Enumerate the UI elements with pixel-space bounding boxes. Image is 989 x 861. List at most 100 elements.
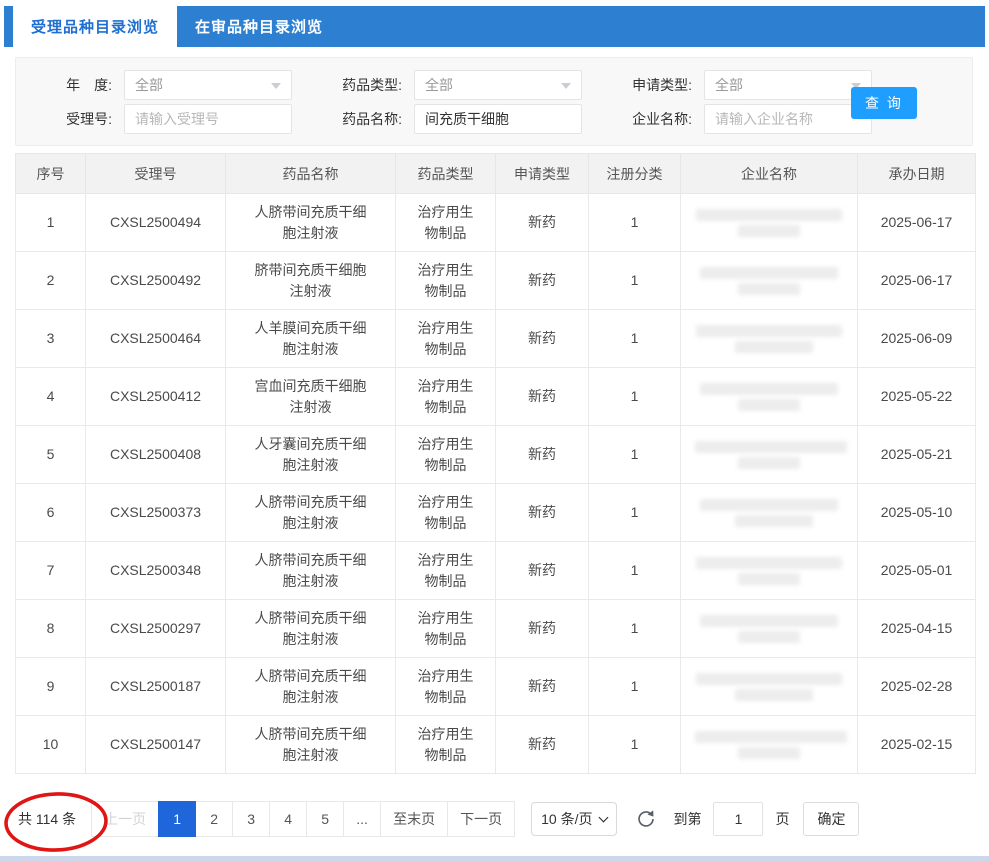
cell-acceptance_no: CXSL2500464: [86, 310, 226, 368]
cell-reg_class: 1: [589, 426, 681, 484]
pager-page-3-button[interactable]: 3: [232, 801, 270, 837]
apply-type-select[interactable]: 全部: [704, 70, 872, 100]
column-header-reg_class: 注册分类: [589, 154, 681, 194]
redacted-company-name: [695, 731, 847, 743]
cell-drug_name: 人脐带间充质干细胞注射液: [226, 194, 396, 252]
chevron-down-icon: [599, 813, 609, 823]
table-row: 4CXSL2500412宫血间充质干细胞注射液治疗用生物制品新药12025-05…: [16, 368, 976, 426]
tab-under-review-catalog[interactable]: 在审品种目录浏览: [177, 6, 341, 47]
cell-acceptance_no: CXSL2500408: [86, 426, 226, 484]
cell-date: 2025-02-15: [858, 716, 976, 774]
cell-acceptance_no: CXSL2500187: [86, 658, 226, 716]
bottom-divider: [0, 856, 989, 861]
column-header-no: 序号: [16, 154, 86, 194]
company-name-label: 企业名称:: [606, 109, 692, 129]
cell-drug_name: 人牙囊间充质干细胞注射液: [226, 426, 396, 484]
drug-type-selected-value: 全部: [425, 75, 453, 95]
redacted-company-name: [700, 383, 838, 395]
cell-acceptance_no: CXSL2500373: [86, 484, 226, 542]
table-row: 7CXSL2500348人脐带间充质干细胞注射液治疗用生物制品新药12025-0…: [16, 542, 976, 600]
cell-acceptance_no: CXSL2500147: [86, 716, 226, 774]
table-header-row: 序号受理号药品名称药品类型申请类型注册分类企业名称承办日期: [16, 154, 976, 194]
goto-page-input[interactable]: [713, 802, 763, 836]
filter-field-company-name: 企业名称:: [606, 104, 872, 134]
cell-reg_class: 1: [589, 658, 681, 716]
cell-reg_class: 1: [589, 484, 681, 542]
pager-next-button[interactable]: 下一页: [447, 801, 515, 837]
drug-name-input[interactable]: [414, 104, 582, 134]
cell-acceptance_no: CXSL2500348: [86, 542, 226, 600]
pager-page-1-button[interactable]: 1: [158, 801, 196, 837]
cell-no: 6: [16, 484, 86, 542]
cell-drug_type: 治疗用生物制品: [396, 252, 496, 310]
company-name-input[interactable]: [704, 104, 872, 134]
redacted-company-name: [696, 557, 842, 569]
column-header-apply_type: 申请类型: [496, 154, 589, 194]
page-size-value: 10 条/页: [541, 809, 592, 829]
cell-drug_type: 治疗用生物制品: [396, 542, 496, 600]
column-header-drug_type: 药品类型: [396, 154, 496, 194]
cell-drug_type: 治疗用生物制品: [396, 310, 496, 368]
redacted-company-name: [695, 441, 847, 453]
cell-company: [681, 716, 858, 774]
pager-last-button[interactable]: 至末页: [380, 801, 448, 837]
redacted-company-name: [735, 689, 813, 701]
cell-apply_type: 新药: [496, 426, 589, 484]
goto-page-label: 到第: [673, 809, 701, 829]
column-header-date: 承办日期: [858, 154, 976, 194]
cell-drug_name: 人脐带间充质干细胞注射液: [226, 484, 396, 542]
column-header-drug_name: 药品名称: [226, 154, 396, 194]
redacted-company-name: [700, 499, 838, 511]
cell-drug_name: 人羊膜间充质干细胞注射液: [226, 310, 396, 368]
cell-no: 5: [16, 426, 86, 484]
page-size-select[interactable]: 10 条/页: [531, 802, 617, 836]
goto-page-unit: 页: [775, 809, 789, 829]
refresh-button[interactable]: [635, 808, 657, 830]
drug-name-label: 药品名称:: [316, 109, 402, 129]
table-row: 3CXSL2500464人羊膜间充质干细胞注射液治疗用生物制品新药12025-0…: [16, 310, 976, 368]
table-body: 1CXSL2500494人脐带间充质干细胞注射液治疗用生物制品新药12025-0…: [16, 194, 976, 774]
pager-page-5-button[interactable]: 5: [306, 801, 344, 837]
total-count: 共 114 条: [18, 809, 76, 829]
redacted-company-name: [738, 631, 800, 643]
redacted-company-name: [700, 615, 838, 627]
cell-date: 2025-06-17: [858, 252, 976, 310]
page-button-group: 上一页12345...至末页下一页: [92, 801, 515, 837]
search-button[interactable]: 查 询: [851, 87, 917, 119]
cell-drug_type: 治疗用生物制品: [396, 426, 496, 484]
pager-page-2-button[interactable]: 2: [195, 801, 233, 837]
cell-reg_class: 1: [589, 716, 681, 774]
cell-reg_class: 1: [589, 310, 681, 368]
cell-apply_type: 新药: [496, 368, 589, 426]
redacted-company-name: [735, 515, 813, 527]
filter-field-acceptance-no: 受理号:: [26, 104, 292, 134]
cell-acceptance_no: CXSL2500494: [86, 194, 226, 252]
filter-field-drug-type: 药品类型:全部: [316, 70, 582, 100]
cell-company: [681, 542, 858, 600]
cell-company: [681, 252, 858, 310]
cell-date: 2025-06-17: [858, 194, 976, 252]
acceptance-no-label: 受理号:: [26, 109, 112, 129]
redacted-company-name: [696, 325, 842, 337]
pagination-bar: 共 114 条 上一页12345...至末页下一页 10 条/页 到第 页 确定: [18, 800, 859, 838]
cell-company: [681, 194, 858, 252]
cell-apply_type: 新药: [496, 310, 589, 368]
table-row: 5CXSL2500408人牙囊间充质干细胞注射液治疗用生物制品新药12025-0…: [16, 426, 976, 484]
cell-drug_type: 治疗用生物制品: [396, 600, 496, 658]
year-select[interactable]: 全部: [124, 70, 292, 100]
confirm-button[interactable]: 确定: [803, 802, 859, 836]
cell-drug_name: 脐带间充质干细胞注射液: [226, 252, 396, 310]
cell-drug_type: 治疗用生物制品: [396, 658, 496, 716]
cell-date: 2025-05-01: [858, 542, 976, 600]
acceptance-no-input[interactable]: [124, 104, 292, 134]
caret-down-icon: [271, 83, 281, 89]
filter-field-apply-type: 申请类型:全部: [606, 70, 872, 100]
cell-apply_type: 新药: [496, 716, 589, 774]
pager-ellipsis-button[interactable]: ...: [343, 801, 381, 837]
redacted-company-name: [700, 267, 838, 279]
tab-accepted-catalog[interactable]: 受理品种目录浏览: [13, 6, 177, 47]
cell-drug_type: 治疗用生物制品: [396, 194, 496, 252]
pager-page-4-button[interactable]: 4: [269, 801, 307, 837]
table-row: 9CXSL2500187人脐带间充质干细胞注射液治疗用生物制品新药12025-0…: [16, 658, 976, 716]
drug-type-select[interactable]: 全部: [414, 70, 582, 100]
